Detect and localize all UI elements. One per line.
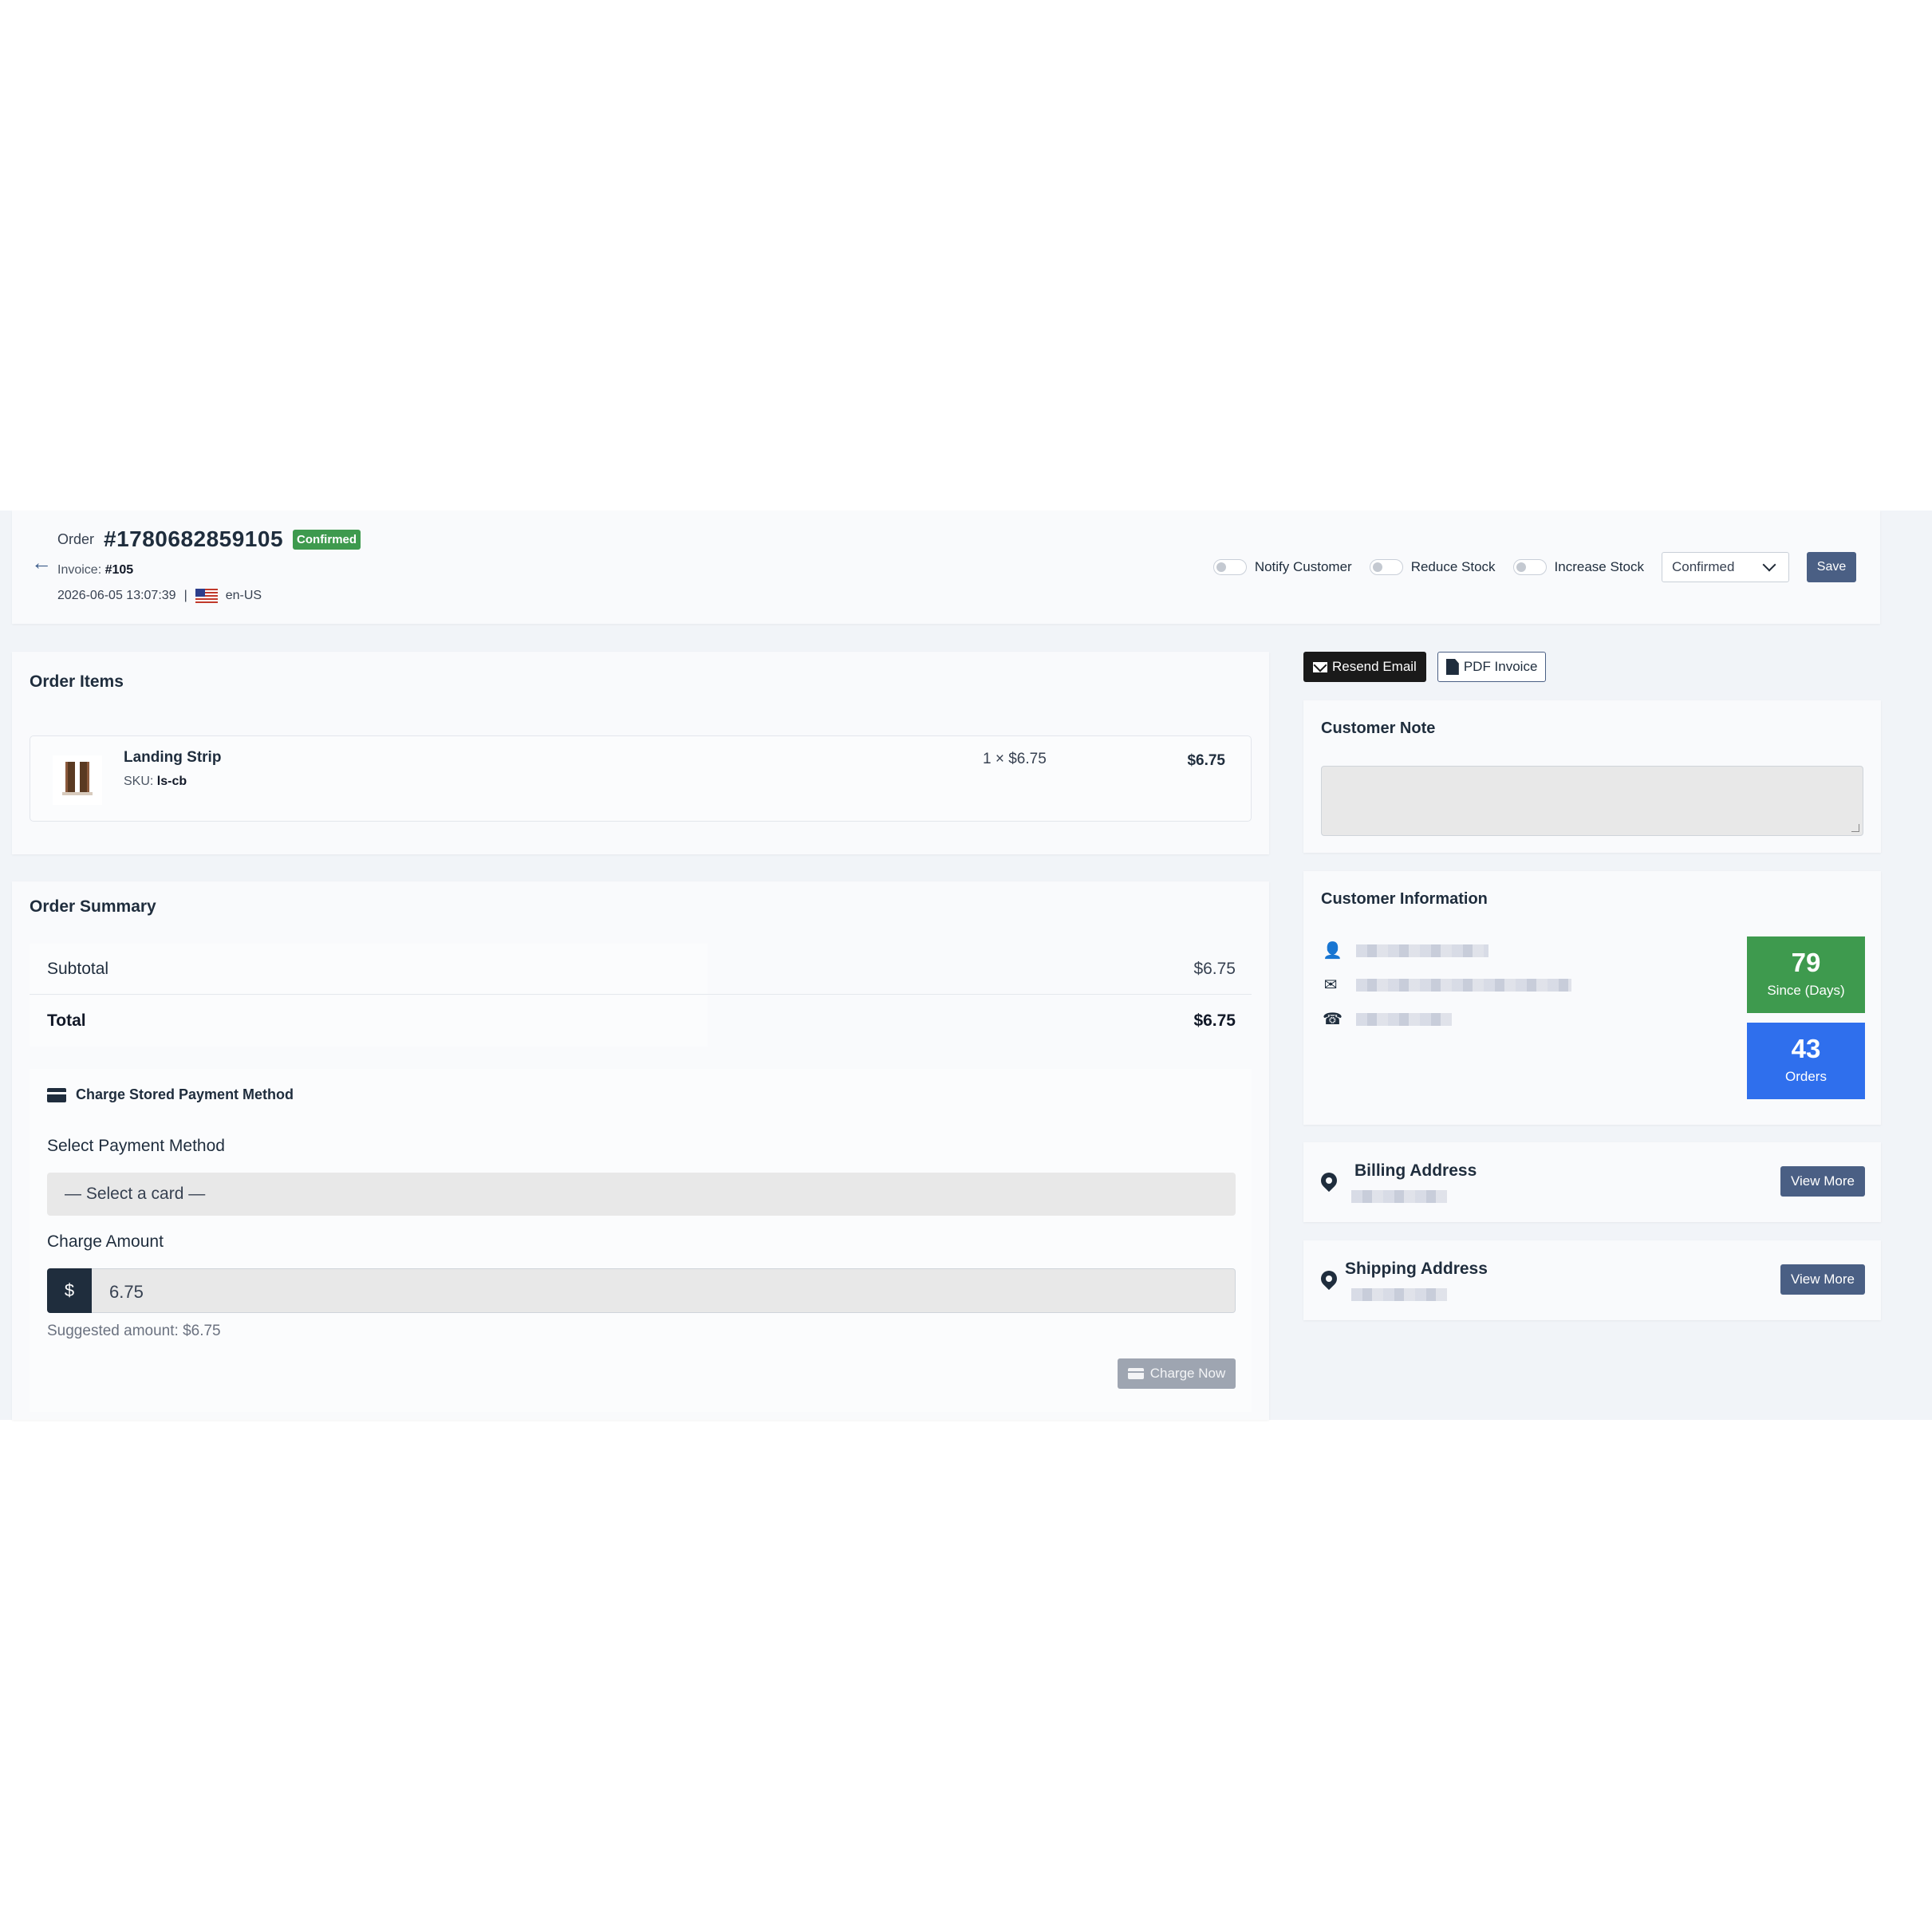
increase-stock-label: Increase Stock (1554, 559, 1644, 574)
meta-separator: | (183, 589, 187, 602)
notify-customer-toggle[interactable] (1212, 559, 1247, 575)
order-summary-title: Order Summary (30, 897, 156, 916)
invoice-actions: Resend Email PDF Invoice (1303, 652, 1547, 682)
total-label: Total (47, 1011, 86, 1030)
customer-email-redacted (1356, 979, 1571, 992)
charge-amount-input[interactable]: 6.75 (92, 1268, 1236, 1313)
customer-info-title: Customer Information (1321, 890, 1488, 908)
customer-email-row: ✉ (1323, 977, 1571, 993)
customer-name-row: 👤 (1323, 943, 1488, 959)
suggested-amount-text: Suggested amount: $6.75 (47, 1323, 221, 1339)
order-status-select[interactable]: Confirmed (1662, 552, 1789, 582)
customer-since-label: Since (Days) (1767, 983, 1845, 998)
customer-name-redacted (1356, 944, 1488, 957)
charge-now-label: Charge Now (1149, 1366, 1226, 1381)
status-badge: Confirmed (293, 529, 361, 550)
invoice-label: Invoice: (57, 563, 102, 577)
payment-method-select[interactable]: — Select a card — (47, 1173, 1236, 1216)
currency-prefix: $ (47, 1268, 92, 1313)
reduce-stock-label: Reduce Stock (1410, 559, 1496, 574)
item-name: Landing Strip (124, 749, 222, 766)
subtotal-row: Subtotal $6.75 (30, 944, 1252, 995)
total-value: $6.75 (1193, 1011, 1236, 1030)
customer-phone-row: ☎ (1323, 1011, 1452, 1027)
customer-since-stat: 79 Since (Days) (1747, 936, 1865, 1013)
order-number: #1780682859105 (104, 526, 284, 551)
billing-view-more-button[interactable]: View More (1780, 1166, 1865, 1197)
order-label: Order (57, 530, 95, 547)
order-meta: 2026-06-05 13:07:39 | en-US (57, 589, 262, 603)
list-item: Landing Strip SKU: ls-cb 1 × $6.75 $6.75 (30, 735, 1252, 822)
charge-section-title: Charge Stored Payment Method (47, 1086, 294, 1103)
credit-card-icon (47, 1087, 66, 1102)
charge-amount-group: $ 6.75 (47, 1268, 1236, 1313)
customer-since-value: 79 (1791, 948, 1821, 977)
envelope-icon: ✉ (1323, 976, 1338, 994)
charge-payment-section: Charge Stored Payment Method Select Paym… (30, 1069, 1252, 1412)
resend-email-label: Resend Email (1332, 659, 1417, 674)
order-items-title: Order Items (30, 672, 124, 691)
charge-now-button[interactable]: Charge Now (1118, 1358, 1236, 1389)
pdf-invoice-label: PDF Invoice (1463, 659, 1538, 674)
us-flag-icon (195, 589, 218, 603)
map-pin-icon (1321, 1173, 1337, 1193)
billing-address-title: Billing Address (1354, 1161, 1477, 1180)
shipping-address-redacted (1351, 1288, 1447, 1301)
payment-method-label: Select Payment Method (47, 1137, 225, 1155)
customer-info-card: Customer Information 👤 ✉ ☎ 79 Since (Day… (1303, 871, 1881, 1125)
customer-note-title: Customer Note (1321, 720, 1436, 737)
subtotal-label: Subtotal (47, 960, 109, 978)
order-summary-card: Order Summary Subtotal $6.75 Total $6.75… (12, 881, 1269, 1420)
order-status-value: Confirmed (1672, 559, 1735, 574)
order-datetime: 2026-06-05 13:07:39 (57, 589, 176, 602)
envelope-icon (1313, 661, 1327, 672)
resend-email-button[interactable]: Resend Email (1303, 652, 1426, 682)
item-qty-price: 1 × $6.75 (983, 751, 1047, 767)
chevron-down-icon (1762, 558, 1776, 572)
order-header: ← Order #1780682859105 Confirmed Invoice… (12, 511, 1880, 624)
invoice-line: Invoice: #105 (57, 563, 133, 578)
notify-customer-label: Notify Customer (1254, 559, 1352, 574)
customer-orders-value: 43 (1791, 1034, 1821, 1063)
customer-note-textarea[interactable] (1321, 766, 1863, 836)
total-row: Total $6.75 (30, 996, 1252, 1047)
product-thumbnail (53, 755, 102, 805)
credit-card-icon (1127, 1368, 1144, 1379)
order-locale: en-US (225, 589, 262, 602)
increase-stock-toggle[interactable] (1512, 559, 1547, 575)
order-items-card: Order Items Landing Strip SKU: ls-cb 1 ×… (12, 652, 1269, 854)
customer-note-card: Customer Note (1303, 700, 1881, 853)
save-button[interactable]: Save (1807, 552, 1856, 582)
item-sku-label: SKU: (124, 775, 154, 788)
order-title: Order #1780682859105 Confirmed (57, 526, 361, 552)
customer-phone-redacted (1356, 1013, 1452, 1026)
pdf-file-icon (1445, 659, 1459, 675)
invoice-number: #105 (104, 563, 134, 577)
charge-amount-label: Charge Amount (47, 1232, 164, 1251)
item-line-total: $6.75 (1187, 752, 1225, 769)
user-icon: 👤 (1323, 942, 1343, 960)
increase-stock-toggle-group: Increase Stock (1512, 559, 1644, 575)
resize-grip-icon[interactable] (1851, 824, 1859, 832)
item-sku: SKU: ls-cb (124, 775, 187, 789)
charge-title-text: Charge Stored Payment Method (76, 1086, 294, 1102)
customer-orders-label: Orders (1785, 1069, 1827, 1084)
order-detail-page: ← Order #1780682859105 Confirmed Invoice… (0, 511, 1932, 1420)
reduce-stock-toggle-group: Reduce Stock (1369, 559, 1496, 575)
reduce-stock-toggle[interactable] (1369, 559, 1403, 575)
customer-orders-stat: 43 Orders (1747, 1023, 1865, 1099)
map-pin-icon (1321, 1271, 1337, 1291)
notify-customer-toggle-group: Notify Customer (1212, 559, 1352, 575)
pdf-invoice-button[interactable]: PDF Invoice (1437, 652, 1547, 682)
subtotal-value: $6.75 (1193, 960, 1236, 978)
phone-icon: ☎ (1323, 1011, 1343, 1028)
shipping-address-card: Shipping Address View More (1303, 1240, 1881, 1320)
back-arrow-icon[interactable]: ← (31, 552, 52, 573)
billing-address-card: Billing Address View More (1303, 1142, 1881, 1222)
shipping-address-title: Shipping Address (1345, 1260, 1488, 1278)
shipping-view-more-button[interactable]: View More (1780, 1264, 1865, 1295)
header-controls: Notify Customer Reduce Stock Increase St… (1212, 552, 1856, 582)
billing-address-redacted (1351, 1190, 1447, 1203)
item-sku-value: ls-cb (156, 775, 187, 788)
